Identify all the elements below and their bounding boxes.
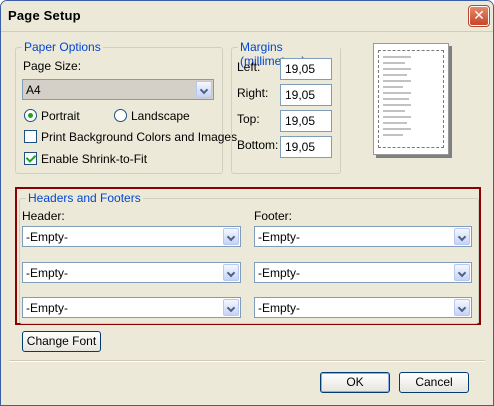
chevron-down-icon[interactable] [223, 299, 239, 316]
headers-footers-legend: Headers and Footers [26, 191, 143, 205]
page-setup-dialog: Page Setup ✕ Paper Options Page Size: A4… [0, 0, 494, 406]
bottom-divider [9, 360, 485, 362]
dialog-title: Page Setup [8, 8, 81, 23]
portrait-label[interactable]: Portrait [41, 109, 80, 123]
shrink-to-fit-checkbox[interactable] [24, 152, 37, 165]
chevron-down-icon[interactable] [454, 264, 470, 281]
bottom-margin-input[interactable]: 19,05 [280, 136, 332, 158]
footer-select-1[interactable]: -Empty- [254, 226, 472, 247]
right-margin-label: Right: [237, 86, 269, 100]
header-label: Header: [22, 209, 65, 223]
landscape-radio[interactable] [114, 109, 127, 122]
print-background-checkbox[interactable] [24, 130, 37, 143]
footer-label: Footer: [254, 209, 293, 223]
header-value-3: -Empty- [26, 301, 68, 315]
page-size-select[interactable]: A4 [22, 79, 214, 100]
top-margin-input[interactable]: 19,05 [280, 110, 332, 132]
header-select-1[interactable]: -Empty- [22, 226, 241, 247]
chevron-down-icon[interactable] [223, 264, 239, 281]
header-value-2: -Empty- [26, 266, 68, 280]
page-size-value: A4 [26, 83, 41, 97]
footer-value-1: -Empty- [258, 230, 300, 244]
chevron-down-icon[interactable] [223, 228, 239, 245]
top-margin-label: Top: [237, 112, 260, 126]
page-size-label: Page Size: [23, 59, 82, 73]
header-select-2[interactable]: -Empty- [22, 262, 241, 283]
footer-select-3[interactable]: -Empty- [254, 297, 472, 318]
ok-button[interactable]: OK [320, 372, 390, 393]
chevron-down-icon[interactable] [454, 228, 470, 245]
chevron-down-icon[interactable] [196, 81, 212, 98]
footer-value-3: -Empty- [258, 301, 300, 315]
bottom-margin-label: Bottom: [237, 138, 279, 152]
header-select-3[interactable]: -Empty- [22, 297, 241, 318]
left-margin-label: Left: [237, 60, 261, 74]
portrait-radio[interactable] [24, 109, 37, 122]
footer-value-2: -Empty- [258, 266, 300, 280]
change-font-button[interactable]: Change Font [22, 331, 101, 352]
right-margin-input[interactable]: 19,05 [280, 84, 332, 106]
page-preview [373, 43, 449, 155]
title-bar[interactable]: Page Setup ✕ [1, 1, 493, 32]
cancel-button[interactable]: Cancel [399, 372, 469, 393]
chevron-down-icon[interactable] [454, 299, 470, 316]
landscape-label[interactable]: Landscape [131, 109, 190, 123]
footer-select-2[interactable]: -Empty- [254, 262, 472, 283]
close-button[interactable]: ✕ [468, 5, 490, 27]
print-background-label[interactable]: Print Background Colors and Images [41, 130, 237, 144]
paper-options-legend: Paper Options [22, 40, 103, 54]
shrink-to-fit-label[interactable]: Enable Shrink-to-Fit [41, 152, 147, 166]
header-value-1: -Empty- [26, 230, 68, 244]
left-margin-input[interactable]: 19,05 [280, 58, 332, 80]
